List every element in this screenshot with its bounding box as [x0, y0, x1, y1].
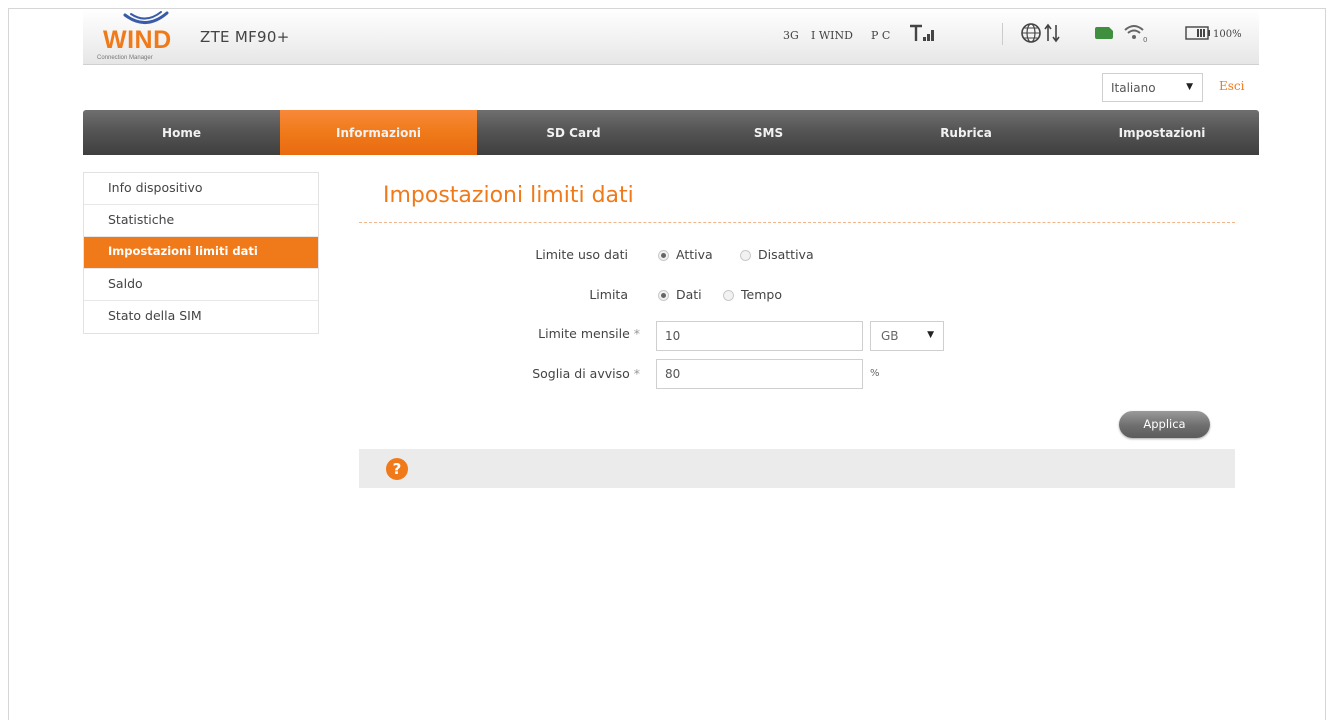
sidebar-item-stato-sim[interactable]: Stato della SIM: [84, 301, 318, 333]
data-limit-off-radio[interactable]: [740, 250, 751, 261]
header-bar: WIND Connection Manager ZTE MF90+ 3G I W…: [83, 9, 1259, 65]
sidebar-item-impostazioni-limiti-dati[interactable]: Impostazioni limiti dati: [84, 237, 318, 269]
alert-threshold-input[interactable]: 80: [656, 359, 863, 389]
signal-strength-icon: [910, 24, 934, 41]
limit-by-label: Limita: [589, 287, 628, 302]
monthly-limit-unit-value: GB: [881, 329, 899, 343]
nav-home[interactable]: Home: [83, 110, 280, 155]
sidebar-item-statistiche[interactable]: Statistiche: [84, 205, 318, 237]
operator-name: I WIND: [811, 29, 853, 42]
brand-subtitle: Connection Manager: [97, 55, 153, 61]
help-bar: ?: [359, 449, 1235, 488]
nav-rubrica[interactable]: Rubrica: [867, 110, 1065, 155]
page-title: Impostazioni limiti dati: [383, 183, 634, 208]
sidebar-item-info-dispositivo[interactable]: Info dispositivo: [84, 173, 318, 205]
sidebar-item-saldo[interactable]: Saldo: [84, 269, 318, 301]
required-mark: *: [633, 326, 640, 341]
apply-button[interactable]: Applica: [1119, 411, 1210, 438]
network-type: 3G: [783, 29, 799, 42]
language-selected: Italiano: [1111, 81, 1156, 95]
logout-link[interactable]: Esci: [1219, 79, 1244, 93]
title-divider: [359, 222, 1235, 223]
wind-logo: WIND Connection Manager: [97, 11, 192, 63]
data-limit-label: Limite uso dati: [535, 247, 628, 262]
nav-sd-card[interactable]: SD Card: [477, 110, 670, 155]
monthly-limit-input[interactable]: 10: [656, 321, 863, 351]
limit-by-time-radio[interactable]: [723, 290, 734, 301]
limit-by-data-radio[interactable]: [658, 290, 669, 301]
limit-by-data-label[interactable]: Dati: [676, 287, 702, 302]
nav-sms[interactable]: SMS: [670, 110, 867, 155]
sidebar: Info dispositivo Statistiche Impostazion…: [83, 172, 319, 334]
chevron-down-icon: ▼: [927, 330, 934, 340]
battery-level: 100%: [1213, 29, 1242, 40]
data-limit-off-label[interactable]: Disattiva: [758, 247, 814, 262]
pc-label: P C: [871, 29, 891, 42]
main-nav: Home Informazioni SD Card SMS Rubrica Im…: [83, 110, 1259, 155]
globe-icon: [1021, 23, 1060, 43]
brand-name: WIND: [103, 26, 172, 54]
help-icon[interactable]: ?: [386, 458, 408, 480]
status-divider: [1002, 23, 1003, 45]
wifi-icon: 0: [1124, 25, 1147, 44]
alert-threshold-unit: %: [870, 368, 880, 379]
monthly-limit-label: Limite mensile *: [498, 326, 640, 341]
language-select[interactable]: Italiano ▼: [1102, 73, 1203, 102]
alert-threshold-label: Soglia di avviso *: [498, 366, 640, 381]
device-name: ZTE MF90+: [200, 28, 290, 46]
limit-by-time-label[interactable]: Tempo: [741, 287, 782, 302]
battery-icon: [1185, 26, 1210, 40]
data-limit-on-label[interactable]: Attiva: [676, 247, 713, 262]
chevron-down-icon: ▼: [1186, 82, 1193, 92]
monthly-limit-label-text: Limite mensile: [538, 326, 630, 341]
data-limit-on-radio[interactable]: [658, 250, 669, 261]
required-mark: *: [633, 366, 640, 381]
svg-text:0: 0: [1143, 36, 1147, 44]
nav-impostazioni[interactable]: Impostazioni: [1065, 110, 1259, 155]
monthly-limit-unit-select[interactable]: GB ▼: [870, 321, 944, 351]
sim-card-icon: [1095, 27, 1113, 39]
nav-informazioni[interactable]: Informazioni: [280, 110, 477, 155]
alert-threshold-label-text: Soglia di avviso: [532, 366, 630, 381]
